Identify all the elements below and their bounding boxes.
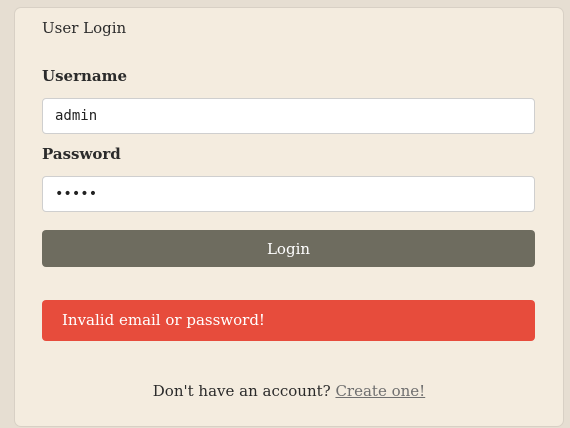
login-panel: User Login Username Password Login Inval…: [15, 8, 563, 426]
username-input[interactable]: [42, 98, 535, 134]
panel-title: User Login: [42, 19, 127, 37]
password-label: Password: [42, 145, 121, 163]
create-account-link[interactable]: Create one!: [335, 382, 425, 400]
signup-prompt: Don't have an account? Create one!: [15, 382, 563, 400]
password-input[interactable]: [42, 176, 535, 212]
login-button[interactable]: Login: [42, 230, 535, 267]
username-label: Username: [42, 67, 128, 85]
error-alert: Invalid email or password!: [42, 300, 535, 341]
signup-prompt-text: Don't have an account?: [152, 382, 336, 400]
